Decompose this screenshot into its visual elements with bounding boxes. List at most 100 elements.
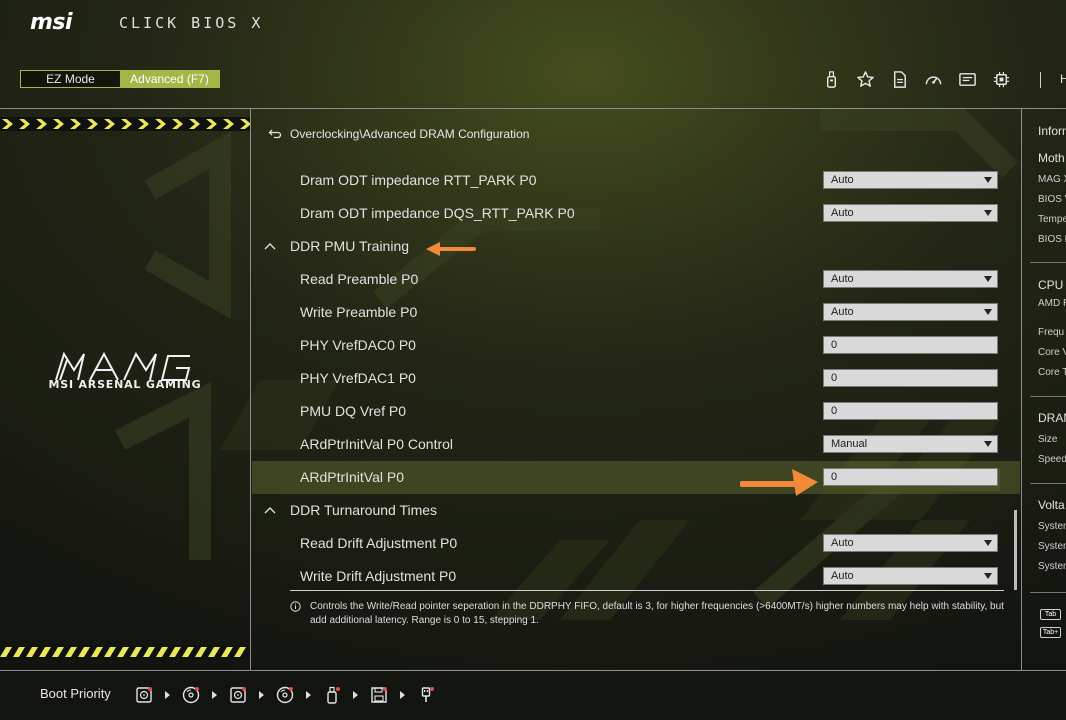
report-document-icon[interactable]: [888, 68, 911, 91]
info-line: Core T: [1038, 367, 1066, 378]
dropdown-value: Auto: [831, 570, 854, 582]
dropdown-value: Auto: [831, 207, 854, 219]
info-motherboard-heading: Moth: [1038, 151, 1065, 165]
info-line: BIOS V: [1038, 194, 1066, 205]
boot-priority-label: Boot Priority: [40, 686, 111, 701]
hdd-icon[interactable]: [133, 684, 155, 706]
mode-switch: EZ Mode Advanced (F7): [20, 70, 220, 88]
monitor-gauge-icon[interactable]: [922, 68, 945, 91]
usb-drive-icon[interactable]: [820, 68, 843, 91]
usb-key-icon[interactable]: [321, 684, 343, 706]
setting-label: Write Preamble P0: [300, 304, 418, 320]
setting-dropdown[interactable]: Manual: [823, 435, 998, 453]
usb-plug-icon[interactable]: [415, 684, 437, 706]
setting-row-read-drift[interactable]: Read Drift Adjustment P0 Auto: [252, 527, 1020, 560]
setting-row-dqs-rtt-park[interactable]: Dram ODT impedance DQS_RTT_PARK P0 Auto: [252, 197, 1020, 230]
setting-label: Read Drift Adjustment P0: [300, 535, 458, 551]
left-panel-divider: [250, 108, 251, 670]
setting-label: PHY VrefDAC1 P0: [300, 370, 416, 386]
setting-label: ARdPtrInitVal P0 Control: [300, 436, 454, 452]
setting-row-write-preamble[interactable]: Write Preamble P0 Auto: [252, 296, 1020, 329]
info-dram-heading: DRAM: [1038, 411, 1066, 425]
info-line: Frequ: [1038, 327, 1065, 338]
setting-row-ardptrinitval-control[interactable]: ARdPtrInitVal P0 Control Manual: [252, 428, 1020, 461]
setting-label: PHY VrefDAC0 P0: [300, 337, 416, 353]
dropdown-value: Auto: [831, 174, 854, 186]
annotation-arrow-icon: [426, 242, 476, 256]
setting-row-write-drift[interactable]: Write Drift Adjustment P0 Auto: [252, 560, 1020, 593]
chevron-down-icon: [984, 210, 992, 216]
dropdown-value: Auto: [831, 306, 854, 318]
setting-label: Dram ODT impedance RTT_PARK P0: [300, 172, 537, 188]
header-toolbar: [820, 68, 1013, 91]
info-line: Tempe: [1038, 214, 1066, 225]
settings-scrollbar[interactable]: [1014, 510, 1017, 590]
setting-dropdown[interactable]: Auto: [823, 204, 998, 222]
setting-dropdown[interactable]: Auto: [823, 567, 998, 585]
setting-dropdown[interactable]: Auto: [823, 534, 998, 552]
chevron-up-icon[interactable]: [264, 505, 276, 515]
info-divider: [1030, 262, 1066, 263]
setting-row-phy-vrefdac1[interactable]: PHY VrefDAC1 P0 0: [252, 362, 1020, 395]
info-divider: [1030, 396, 1066, 397]
info-line: Size: [1038, 434, 1058, 445]
setting-label: Dram ODT impedance DQS_RTT_PARK P0: [300, 205, 575, 221]
setting-row-ardptrinitval[interactable]: ARdPtrInitVal P0 0: [252, 461, 1020, 494]
section-ddr-turnaround-times[interactable]: DDR Turnaround Times: [252, 494, 1020, 527]
screen-profile-icon[interactable]: [956, 68, 979, 91]
floppy-icon[interactable]: [368, 684, 390, 706]
setting-row-phy-vrefdac0[interactable]: PHY VrefDAC0 P0 0: [252, 329, 1020, 362]
setting-label: ARdPtrInitVal P0: [300, 469, 405, 485]
advanced-mode-button[interactable]: Advanced (F7): [120, 71, 219, 87]
info-divider: [1030, 592, 1066, 593]
info-motherboard-model: MAG X: [1038, 174, 1066, 185]
favorites-star-icon[interactable]: [854, 68, 877, 91]
info-line: System: [1038, 541, 1066, 552]
footer: Boot Priority: [0, 670, 1066, 720]
optical-disc-icon[interactable]: [180, 684, 202, 706]
info-panel-title: Inform: [1038, 124, 1066, 138]
series-name: MSI ARSENAL GAMING: [48, 378, 202, 391]
section-label: DDR PMU Training: [290, 238, 410, 254]
setting-row-pmu-dq-vref[interactable]: PMU DQ Vref P0 0: [252, 395, 1020, 428]
right-panel-divider: [1021, 108, 1022, 670]
tab-key-badge: Tab: [1040, 609, 1061, 620]
setting-label: Read Preamble P0: [300, 271, 419, 287]
setting-dropdown[interactable]: Auto: [823, 303, 998, 321]
chevron-right-icon: [212, 691, 217, 699]
dropdown-value: Auto: [831, 537, 854, 549]
chevron-right-icon: [165, 691, 170, 699]
setting-input[interactable]: 0: [823, 402, 998, 420]
cpu-chip-icon[interactable]: [990, 68, 1013, 91]
ez-mode-button[interactable]: EZ Mode: [21, 71, 120, 87]
info-line: BIOS B: [1038, 234, 1066, 245]
setting-input[interactable]: 0: [823, 468, 998, 486]
section-label: DDR Turnaround Times: [290, 502, 438, 518]
setting-input[interactable]: 0: [823, 336, 998, 354]
chevron-right-icon: [306, 691, 311, 699]
hdd-icon[interactable]: [227, 684, 249, 706]
setting-dropdown[interactable]: Auto: [823, 270, 998, 288]
header-divider: [0, 108, 1066, 109]
hazard-stripe-bottom: [0, 645, 250, 659]
info-line: Speed: [1038, 454, 1066, 465]
list-divider: [290, 590, 1004, 591]
hazard-stripe-top: [0, 117, 250, 131]
setting-row-rtt-park[interactable]: Dram ODT impedance RTT_PARK P0 Auto: [252, 164, 1020, 197]
info-divider: [1030, 483, 1066, 484]
back-arrow-icon[interactable]: [268, 127, 282, 141]
chevron-down-icon: [984, 441, 992, 447]
info-line: System: [1038, 561, 1066, 572]
info-line: System: [1038, 521, 1066, 532]
setting-input[interactable]: 0: [823, 369, 998, 387]
setting-dropdown[interactable]: Auto: [823, 171, 998, 189]
info-cpu-heading: CPU: [1038, 278, 1064, 292]
optical-disc-icon[interactable]: [274, 684, 296, 706]
header: msi CLICK BIOS X EZ Mode Advanced (F7) H: [0, 0, 1066, 108]
chevron-up-icon[interactable]: [264, 241, 276, 251]
setting-row-read-preamble[interactable]: Read Preamble P0 Auto: [252, 263, 1020, 296]
chevron-right-icon: [259, 691, 264, 699]
chevron-right-icon: [400, 691, 405, 699]
chevron-down-icon: [984, 177, 992, 183]
section-ddr-pmu-training[interactable]: DDR PMU Training: [252, 230, 1020, 263]
